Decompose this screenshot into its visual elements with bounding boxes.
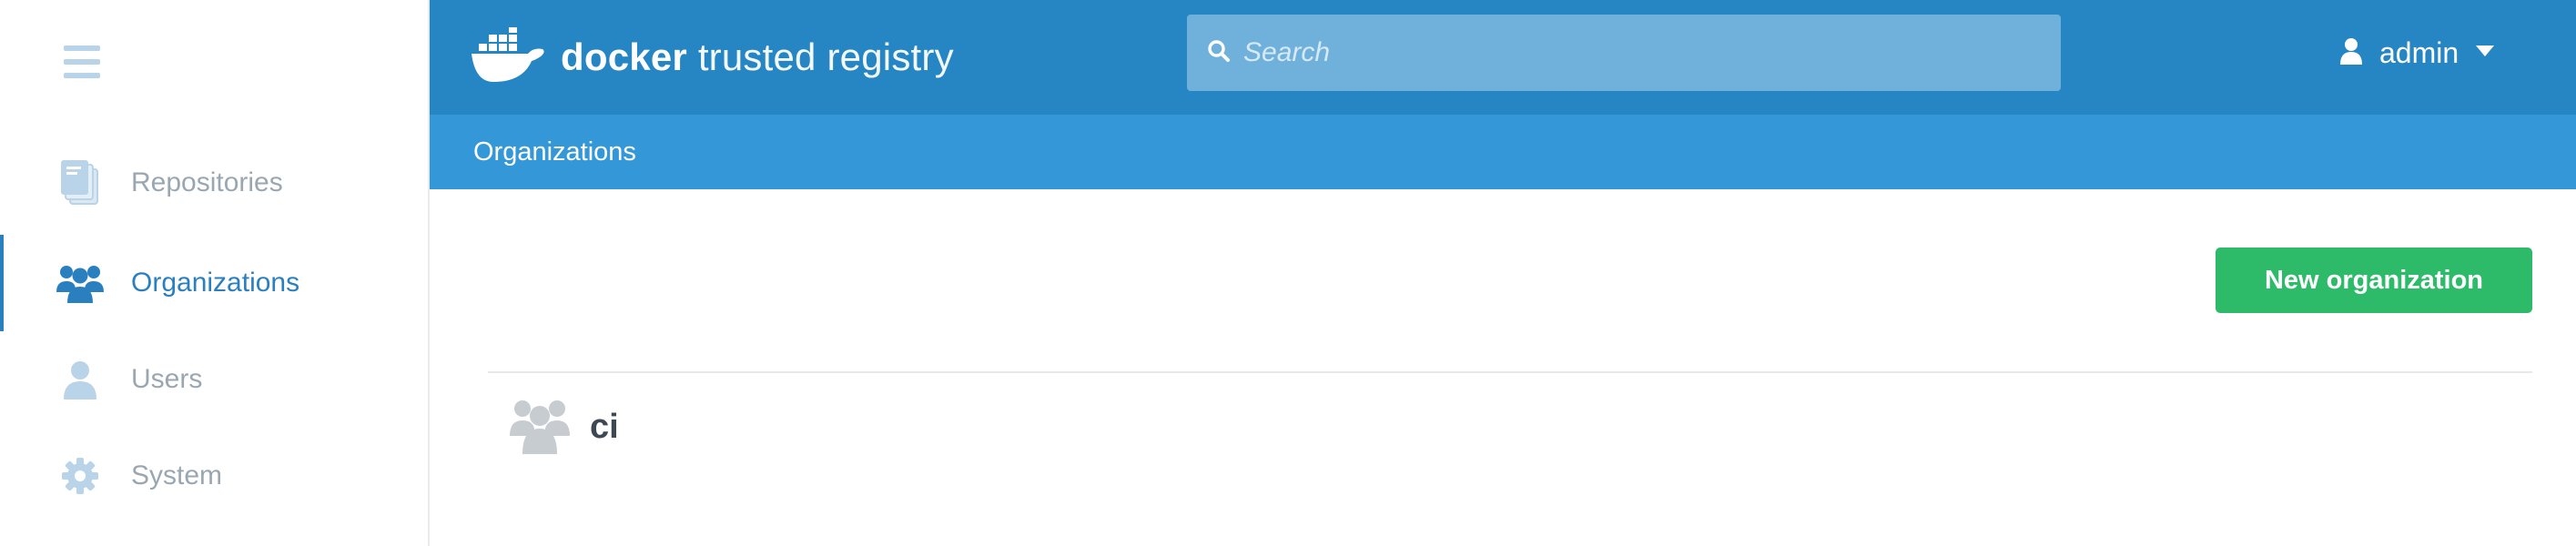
sidebar-item-organizations[interactable]: Organizations <box>0 235 430 331</box>
user-menu[interactable]: admin <box>2339 27 2495 78</box>
sidebar-item-label: Users <box>131 364 203 394</box>
new-organization-button[interactable]: New organization <box>2216 248 2532 313</box>
sidebar-item-repositories[interactable]: Repositories <box>0 135 430 231</box>
caret-down-icon <box>2475 45 2495 62</box>
top-bar: docker trusted registry admin <box>430 0 2576 115</box>
sidebar: Repositories Organizations Users System <box>0 0 430 546</box>
organizations-icon <box>53 256 107 310</box>
list-item[interactable]: ci <box>510 391 619 462</box>
user-name: admin <box>2379 35 2459 69</box>
sidebar-item-system[interactable]: System <box>0 428 430 524</box>
search-input[interactable] <box>1231 15 2061 91</box>
search-icon <box>1207 39 1231 67</box>
hamburger-menu-icon[interactable] <box>64 46 100 78</box>
repositories-icon <box>53 156 107 210</box>
breadcrumb[interactable]: Organizations <box>473 137 636 167</box>
organization-name: ci <box>590 407 619 446</box>
gear-icon <box>53 449 107 503</box>
logo-text: docker trusted registry <box>561 35 954 78</box>
divider <box>488 371 2532 373</box>
sidebar-item-label: Repositories <box>131 167 283 197</box>
sidebar-item-users[interactable]: Users <box>0 331 430 428</box>
user-icon <box>53 352 107 407</box>
logo[interactable]: docker trusted registry <box>472 20 954 95</box>
user-icon <box>2339 37 2363 69</box>
docker-whale-icon <box>472 25 548 88</box>
organization-icon <box>510 396 570 459</box>
sidebar-item-label: Organizations <box>131 268 300 298</box>
search-box[interactable] <box>1187 15 2061 91</box>
sub-header: Organizations <box>430 115 2576 189</box>
sidebar-item-label: System <box>131 460 223 490</box>
